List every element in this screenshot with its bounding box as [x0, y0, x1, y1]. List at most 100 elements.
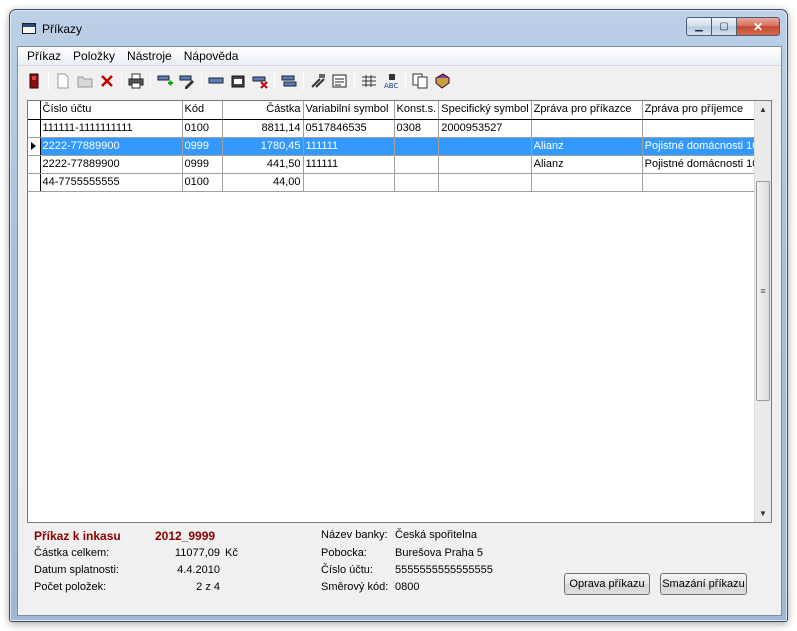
column-header-specific-symbol[interactable]: Specifický symbol	[438, 101, 532, 120]
scroll-up-arrow-icon: ▲	[759, 105, 767, 114]
menu-nastroje[interactable]: Nástroje	[122, 49, 179, 63]
cell-account[interactable]: 44-7755555555	[40, 173, 183, 192]
new-document-icon	[57, 73, 68, 89]
column-header-variable-symbol[interactable]: Variabilní symbol	[303, 101, 395, 120]
help-button[interactable]	[432, 72, 451, 91]
table-row-selected[interactable]: 2222-77889900 0999 1780,45 111111 Alianz…	[28, 137, 762, 156]
toolbar-separator	[405, 72, 406, 90]
cell-payer-message[interactable]: Alianz	[531, 155, 643, 174]
exit-button[interactable]	[24, 72, 43, 91]
cell-specific-symbol[interactable]	[438, 173, 532, 192]
delete-button[interactable]	[97, 72, 116, 91]
cell-payee-message[interactable]	[642, 119, 762, 138]
menu-napoveda[interactable]: Nápověda	[179, 49, 246, 63]
copy-button[interactable]	[410, 72, 429, 91]
toolbar-separator	[274, 72, 275, 90]
cell-constant-symbol[interactable]	[394, 137, 440, 156]
cell-specific-symbol[interactable]	[438, 155, 532, 174]
cell-constant-symbol[interactable]	[394, 173, 440, 192]
cell-code[interactable]: 0999	[182, 155, 223, 174]
due-date-label: Datum splatnosti:	[34, 564, 119, 576]
cell-specific-symbol[interactable]	[438, 137, 532, 156]
tools-button[interactable]	[308, 72, 327, 91]
column-header-constant-symbol[interactable]: Konst.s.	[394, 101, 440, 120]
cell-code[interactable]: 0100	[182, 119, 223, 138]
cell-account[interactable]: 111111-1111111111	[40, 119, 183, 138]
table-row[interactable]: 44-7755555555 0100 44,00	[28, 173, 762, 192]
cell-specific-symbol[interactable]: 2000953527	[438, 119, 532, 138]
close-button[interactable]: ✕	[736, 17, 780, 36]
minimize-button[interactable]: ▁	[686, 17, 712, 36]
cell-payee-message[interactable]: Pojistné domácnosti 10	[642, 137, 762, 156]
paste-button[interactable]	[228, 72, 247, 91]
menu-polozky[interactable]: Položky	[68, 49, 122, 63]
vertical-scrollbar[interactable]: ▲ ≡ ▼	[754, 101, 771, 522]
cell-payee-message[interactable]: Pojistné domácnosti 10	[642, 155, 762, 174]
maximize-icon: ▢	[719, 21, 729, 32]
add-item-button[interactable]	[155, 72, 174, 91]
scroll-up-button[interactable]: ▲	[755, 101, 771, 118]
branch-label: Pobocka:	[321, 547, 367, 559]
cell-amount[interactable]: 441,50	[222, 155, 304, 174]
cell-variable-symbol[interactable]: 0517846535	[303, 119, 395, 138]
cell-amount[interactable]: 8811,14	[222, 119, 304, 138]
cell-payee-message[interactable]	[642, 173, 762, 192]
remove-row-icon	[252, 76, 268, 89]
column-header-amount[interactable]: Částka	[222, 101, 304, 120]
table-view-button[interactable]	[359, 72, 378, 91]
scroll-down-arrow-icon: ▼	[759, 509, 767, 518]
cell-amount[interactable]: 1780,45	[222, 137, 304, 156]
table-row[interactable]: 2222-77889900 0999 441,50 111111 Alianz …	[28, 155, 762, 174]
menu-prikaz[interactable]: Příkaz	[22, 49, 68, 63]
cell-variable-symbol[interactable]	[303, 173, 395, 192]
title-bar[interactable]: Příkazy ▁ ▢ ✕	[10, 10, 787, 46]
cell-account[interactable]: 2222-77889900	[40, 137, 183, 156]
cell-code[interactable]: 0100	[182, 173, 223, 192]
maximize-button[interactable]: ▢	[711, 17, 737, 36]
account-number-value: 5555555555555555	[395, 564, 493, 576]
column-header-account[interactable]: Číslo účtu	[40, 101, 183, 120]
remove-row-button[interactable]	[250, 72, 269, 91]
bank-name-label: Název banky:	[321, 529, 388, 541]
delete-order-button[interactable]: Smazání příkazu	[660, 573, 747, 595]
close-icon: ✕	[752, 19, 764, 34]
toolbar-separator	[121, 72, 122, 90]
cell-constant-symbol[interactable]	[394, 155, 440, 174]
column-header-code[interactable]: Kód	[182, 101, 223, 120]
new-button[interactable]	[53, 72, 72, 91]
cell-amount[interactable]: 44,00	[222, 173, 304, 192]
font-button[interactable]: ABC	[381, 72, 400, 91]
column-header-payer-message[interactable]: Zpráva pro příkazce	[531, 101, 643, 120]
open-button[interactable]	[75, 72, 94, 91]
scrollbar-thumb[interactable]: ≡	[756, 181, 770, 401]
routing-code-label: Směrový kód:	[321, 581, 389, 593]
cell-variable-symbol[interactable]: 111111	[303, 155, 395, 174]
payment-items-grid[interactable]: Číslo účtu Kód Částka Variabilní symbol …	[27, 100, 772, 523]
properties-button[interactable]	[330, 72, 349, 91]
scroll-down-button[interactable]: ▼	[755, 505, 771, 522]
delete-icon	[100, 75, 113, 87]
cell-payer-message[interactable]	[531, 119, 643, 138]
properties-icon	[332, 74, 346, 88]
exit-icon	[29, 73, 38, 89]
cell-payer-message[interactable]	[531, 173, 643, 192]
cell-code[interactable]: 0999	[182, 137, 223, 156]
toolbar-separator	[201, 72, 202, 90]
column-header-payee-message[interactable]: Zpráva pro příjemce	[642, 101, 762, 120]
items-table: Číslo účtu Kód Částka Variabilní symbol …	[28, 101, 762, 192]
cell-account[interactable]: 2222-77889900	[40, 155, 183, 174]
table-row[interactable]: 111111-1111111111 0100 8811,14 051784653…	[28, 119, 762, 138]
cell-payer-message[interactable]: Alianz	[531, 137, 643, 156]
due-date-value: 4.4.2010	[177, 564, 220, 576]
insert-row-button[interactable]	[206, 72, 225, 91]
main-window: Příkazy ▁ ▢ ✕ Příkaz Položky Nástroje Ná…	[9, 9, 788, 622]
edit-order-button[interactable]: Oprava příkazu	[564, 573, 650, 595]
total-amount-label: Částka celkem:	[34, 547, 110, 559]
cell-variable-symbol[interactable]: 111111	[303, 137, 395, 156]
export-button[interactable]	[279, 72, 298, 91]
print-button[interactable]	[126, 72, 145, 91]
edit-item-button[interactable]	[177, 72, 196, 91]
cell-constant-symbol[interactable]: 0308	[394, 119, 440, 138]
total-amount-value: 11077,09	[174, 547, 220, 559]
table-icon	[361, 75, 376, 87]
